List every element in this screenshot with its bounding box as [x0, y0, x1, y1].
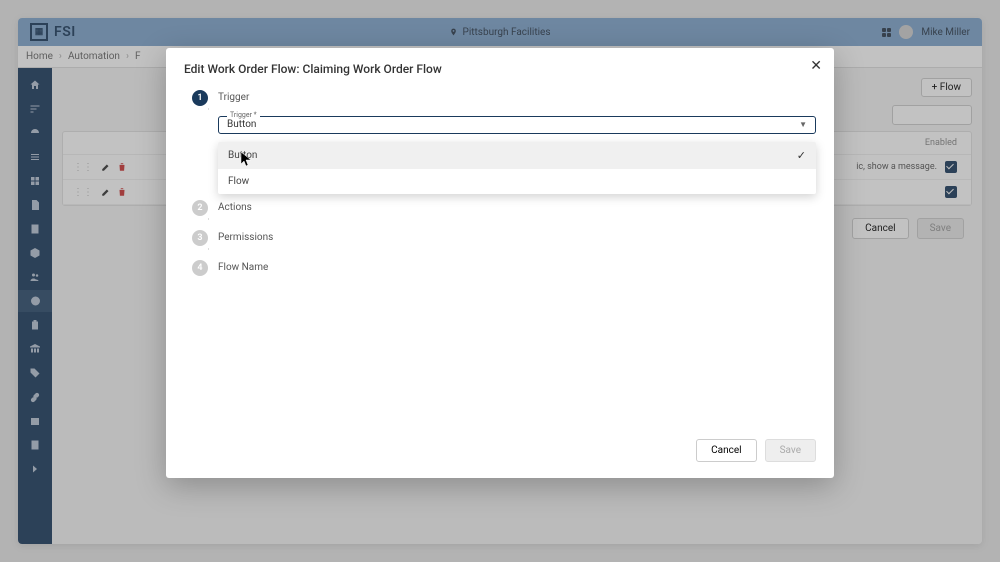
chevron-down-icon: ▼ [799, 120, 807, 129]
cancel-button[interactable]: Cancel [696, 439, 756, 462]
step-2-label: Actions [218, 200, 252, 213]
stepper: 1 Trigger Trigger * Button ▼ Button ✓ [184, 90, 816, 276]
trigger-dropdown: Button ✓ Flow [218, 142, 816, 194]
step-3-label: Permissions [218, 230, 273, 243]
close-icon[interactable]: ✕ [810, 58, 822, 74]
dropdown-option-flow[interactable]: Flow [218, 169, 816, 194]
trigger-value: Button [227, 119, 256, 130]
modal-footer: Cancel Save [696, 439, 816, 462]
step-4-badge: 4 [192, 260, 208, 276]
dropdown-option-button[interactable]: Button ✓ [218, 142, 816, 169]
trigger-select[interactable]: Trigger * Button ▼ [218, 116, 816, 134]
step-3-badge: 3 [192, 230, 208, 246]
modal-title: Edit Work Order Flow: Claiming Work Orde… [184, 62, 816, 76]
option-label: Flow [228, 176, 249, 187]
edit-flow-modal: ✕ Edit Work Order Flow: Claiming Work Or… [166, 48, 834, 478]
modal-overlay[interactable]: ✕ Edit Work Order Flow: Claiming Work Or… [0, 0, 1000, 562]
check-icon: ✓ [797, 149, 806, 162]
step-1-label: Trigger [218, 90, 816, 103]
step-1-badge: 1 [192, 90, 208, 106]
save-button[interactable]: Save [765, 439, 816, 462]
trigger-field: Trigger * Button ▼ Button ✓ Flow [218, 116, 816, 134]
step-4-label: Flow Name [218, 260, 268, 273]
trigger-label: Trigger * [227, 111, 260, 119]
step-2-badge: 2 [192, 200, 208, 216]
option-label: Button [228, 150, 257, 161]
